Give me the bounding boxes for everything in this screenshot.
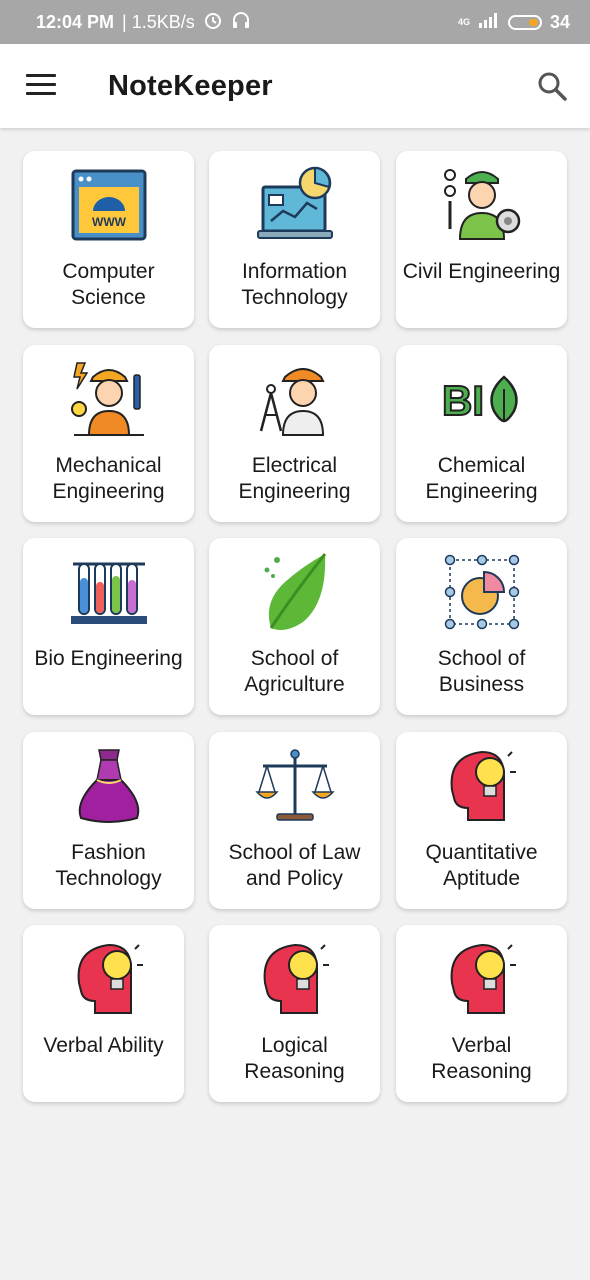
card-verbal-ability[interactable]: Verbal Ability [23, 925, 184, 1102]
card-label: Mechanical Engineering [52, 454, 165, 503]
hamburger-menu-icon[interactable] [26, 74, 58, 98]
status-left: 12:04 PM | 1.5KB/s [36, 0, 251, 44]
head-lightbulb-icon [442, 746, 522, 826]
svg-text:WWW: WWW [92, 215, 127, 229]
status-time: 12:04 PM [36, 11, 115, 32]
card-label: Logical Reasoning [244, 1034, 345, 1083]
card-school-of-agriculture[interactable]: School of Agriculture [209, 538, 380, 715]
card-label: Computer Science [62, 260, 155, 309]
card-label: Electrical Engineering [238, 454, 351, 503]
card-verbal-reasoning[interactable]: Verbal Reasoning [396, 925, 567, 1102]
status-bar: 12:04 PM | 1.5KB/s 4G 34 [0, 0, 590, 44]
card-civil-engineering[interactable]: Civil Engineering [396, 151, 567, 328]
card-label: Verbal Ability [43, 1034, 164, 1057]
head-lightbulb-icon [255, 939, 335, 1019]
web-browser-icon: WWW [69, 165, 149, 245]
card-label: Quantitative Aptitude [425, 841, 538, 890]
card-label: Civil Engineering [402, 260, 561, 283]
battery-icon [507, 14, 542, 30]
card-quantitative-aptitude[interactable]: Quantitative Aptitude [396, 732, 567, 909]
search-icon[interactable] [536, 70, 568, 102]
card-fashion-technology[interactable]: Fashion Technology [23, 732, 194, 909]
card-label: Fashion Technology [55, 841, 162, 890]
app-title: NoteKeeper [108, 70, 273, 102]
card-label: Verbal Reasoning [431, 1034, 532, 1083]
card-label: School of Agriculture [244, 647, 345, 696]
card-label: Bio Engineering [34, 647, 183, 670]
status-speed: | 1.5KB/s [122, 11, 195, 32]
card-label: Information Technology [241, 260, 348, 309]
card-school-of-law-and-policy[interactable]: School of Law and Policy [209, 732, 380, 909]
signal-icon [478, 12, 500, 33]
engineer-worker-icon [442, 165, 522, 245]
alarm-icon [203, 10, 223, 35]
card-chemical-engineering[interactable]: BI Chemical Engineering [396, 345, 567, 522]
laptop-analytics-icon [255, 165, 335, 245]
status-right: 4G 34 [458, 0, 570, 44]
engineer-compass-icon [255, 359, 335, 439]
card-bio-engineering[interactable]: Bio Engineering [23, 538, 194, 715]
card-label: School of Business [437, 647, 526, 696]
card-electrical-engineering[interactable]: Electrical Engineering [209, 345, 380, 522]
app-bar: NoteKeeper [0, 44, 590, 128]
pie-chart-icon [442, 552, 522, 632]
leaf-icon [255, 552, 335, 632]
card-label: School of Law and Policy [228, 841, 361, 890]
battery-level: 34 [549, 11, 570, 32]
dress-icon [69, 746, 149, 826]
card-computer-science[interactable]: WWW Computer Science [23, 151, 194, 328]
card-mechanical-engineering[interactable]: Mechanical Engineering [23, 345, 194, 522]
test-tubes-icon [69, 552, 149, 632]
justice-scale-icon [255, 746, 335, 826]
head-lightbulb-icon [442, 939, 522, 1019]
card-school-of-business[interactable]: School of Business [396, 538, 567, 715]
head-lightbulb-icon [69, 939, 149, 1019]
electrician-worker-icon [69, 359, 149, 439]
card-information-technology[interactable]: Information Technology [209, 151, 380, 328]
svg-text:BI: BI [442, 377, 484, 424]
network-label: 4G [457, 17, 470, 27]
bio-leaf-icon: BI [441, 359, 522, 439]
headphones-icon [231, 10, 251, 35]
card-logical-reasoning[interactable]: Logical Reasoning [209, 925, 380, 1102]
card-label: Chemical Engineering [425, 454, 538, 503]
